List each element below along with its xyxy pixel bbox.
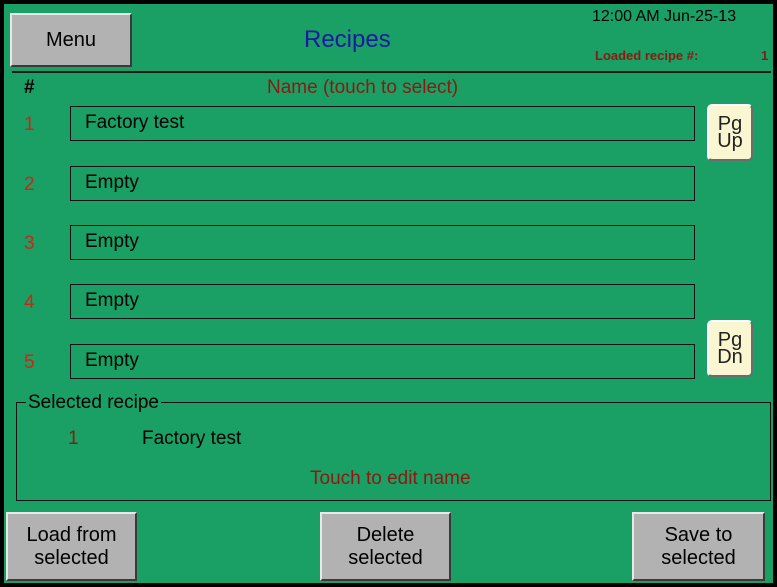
selected-recipe-number: 1 (68, 428, 79, 449)
loaded-recipe-label: Loaded recipe #: (595, 48, 699, 63)
row-number-2: 2 (24, 174, 35, 195)
row-number-1: 1 (24, 114, 35, 135)
load-button-label: Load from selected (26, 523, 117, 569)
edit-name-hint[interactable]: Touch to edit name (310, 468, 471, 490)
recipe-name-field-3[interactable]: Empty (70, 225, 695, 260)
selected-recipe-title: Selected recipe (26, 392, 161, 414)
delete-selected-button[interactable]: Delete selected (320, 512, 451, 581)
recipe-name-field-5[interactable]: Empty (70, 344, 695, 379)
recipe-name-field-4[interactable]: Empty (70, 284, 695, 319)
page-up-button[interactable]: Pg Up (707, 104, 753, 161)
column-header-number: # (24, 77, 35, 98)
save-button-label: Save to selected (661, 523, 736, 569)
page-title: Recipes (304, 26, 391, 53)
delete-button-label: Delete selected (348, 523, 423, 569)
save-to-selected-button[interactable]: Save to selected (632, 512, 765, 581)
page-down-button[interactable]: Pg Dn (707, 320, 753, 377)
loaded-recipe-value: 1 (761, 48, 769, 63)
page-up-label: Pg Up (717, 112, 743, 152)
datetime-display: 12:00 AM Jun-25-13 (592, 8, 737, 25)
row-number-4: 4 (24, 292, 35, 313)
recipe-name-field-1[interactable]: Factory test (70, 106, 695, 141)
load-from-selected-button[interactable]: Load from selected (6, 512, 137, 581)
menu-button-label: Menu (45, 28, 97, 51)
menu-button[interactable]: Menu (10, 13, 132, 67)
row-number-3: 3 (24, 233, 35, 254)
header-divider (12, 71, 771, 73)
column-header-name: Name (touch to select) (267, 77, 459, 98)
hmi-screen: Menu Recipes 12:00 AM Jun-25-13 Loaded r… (4, 4, 773, 583)
selected-recipe-name: Factory test (142, 428, 242, 449)
row-number-5: 5 (24, 352, 35, 373)
recipe-name-field-2[interactable]: Empty (70, 166, 695, 201)
page-down-label: Pg Dn (717, 328, 743, 368)
